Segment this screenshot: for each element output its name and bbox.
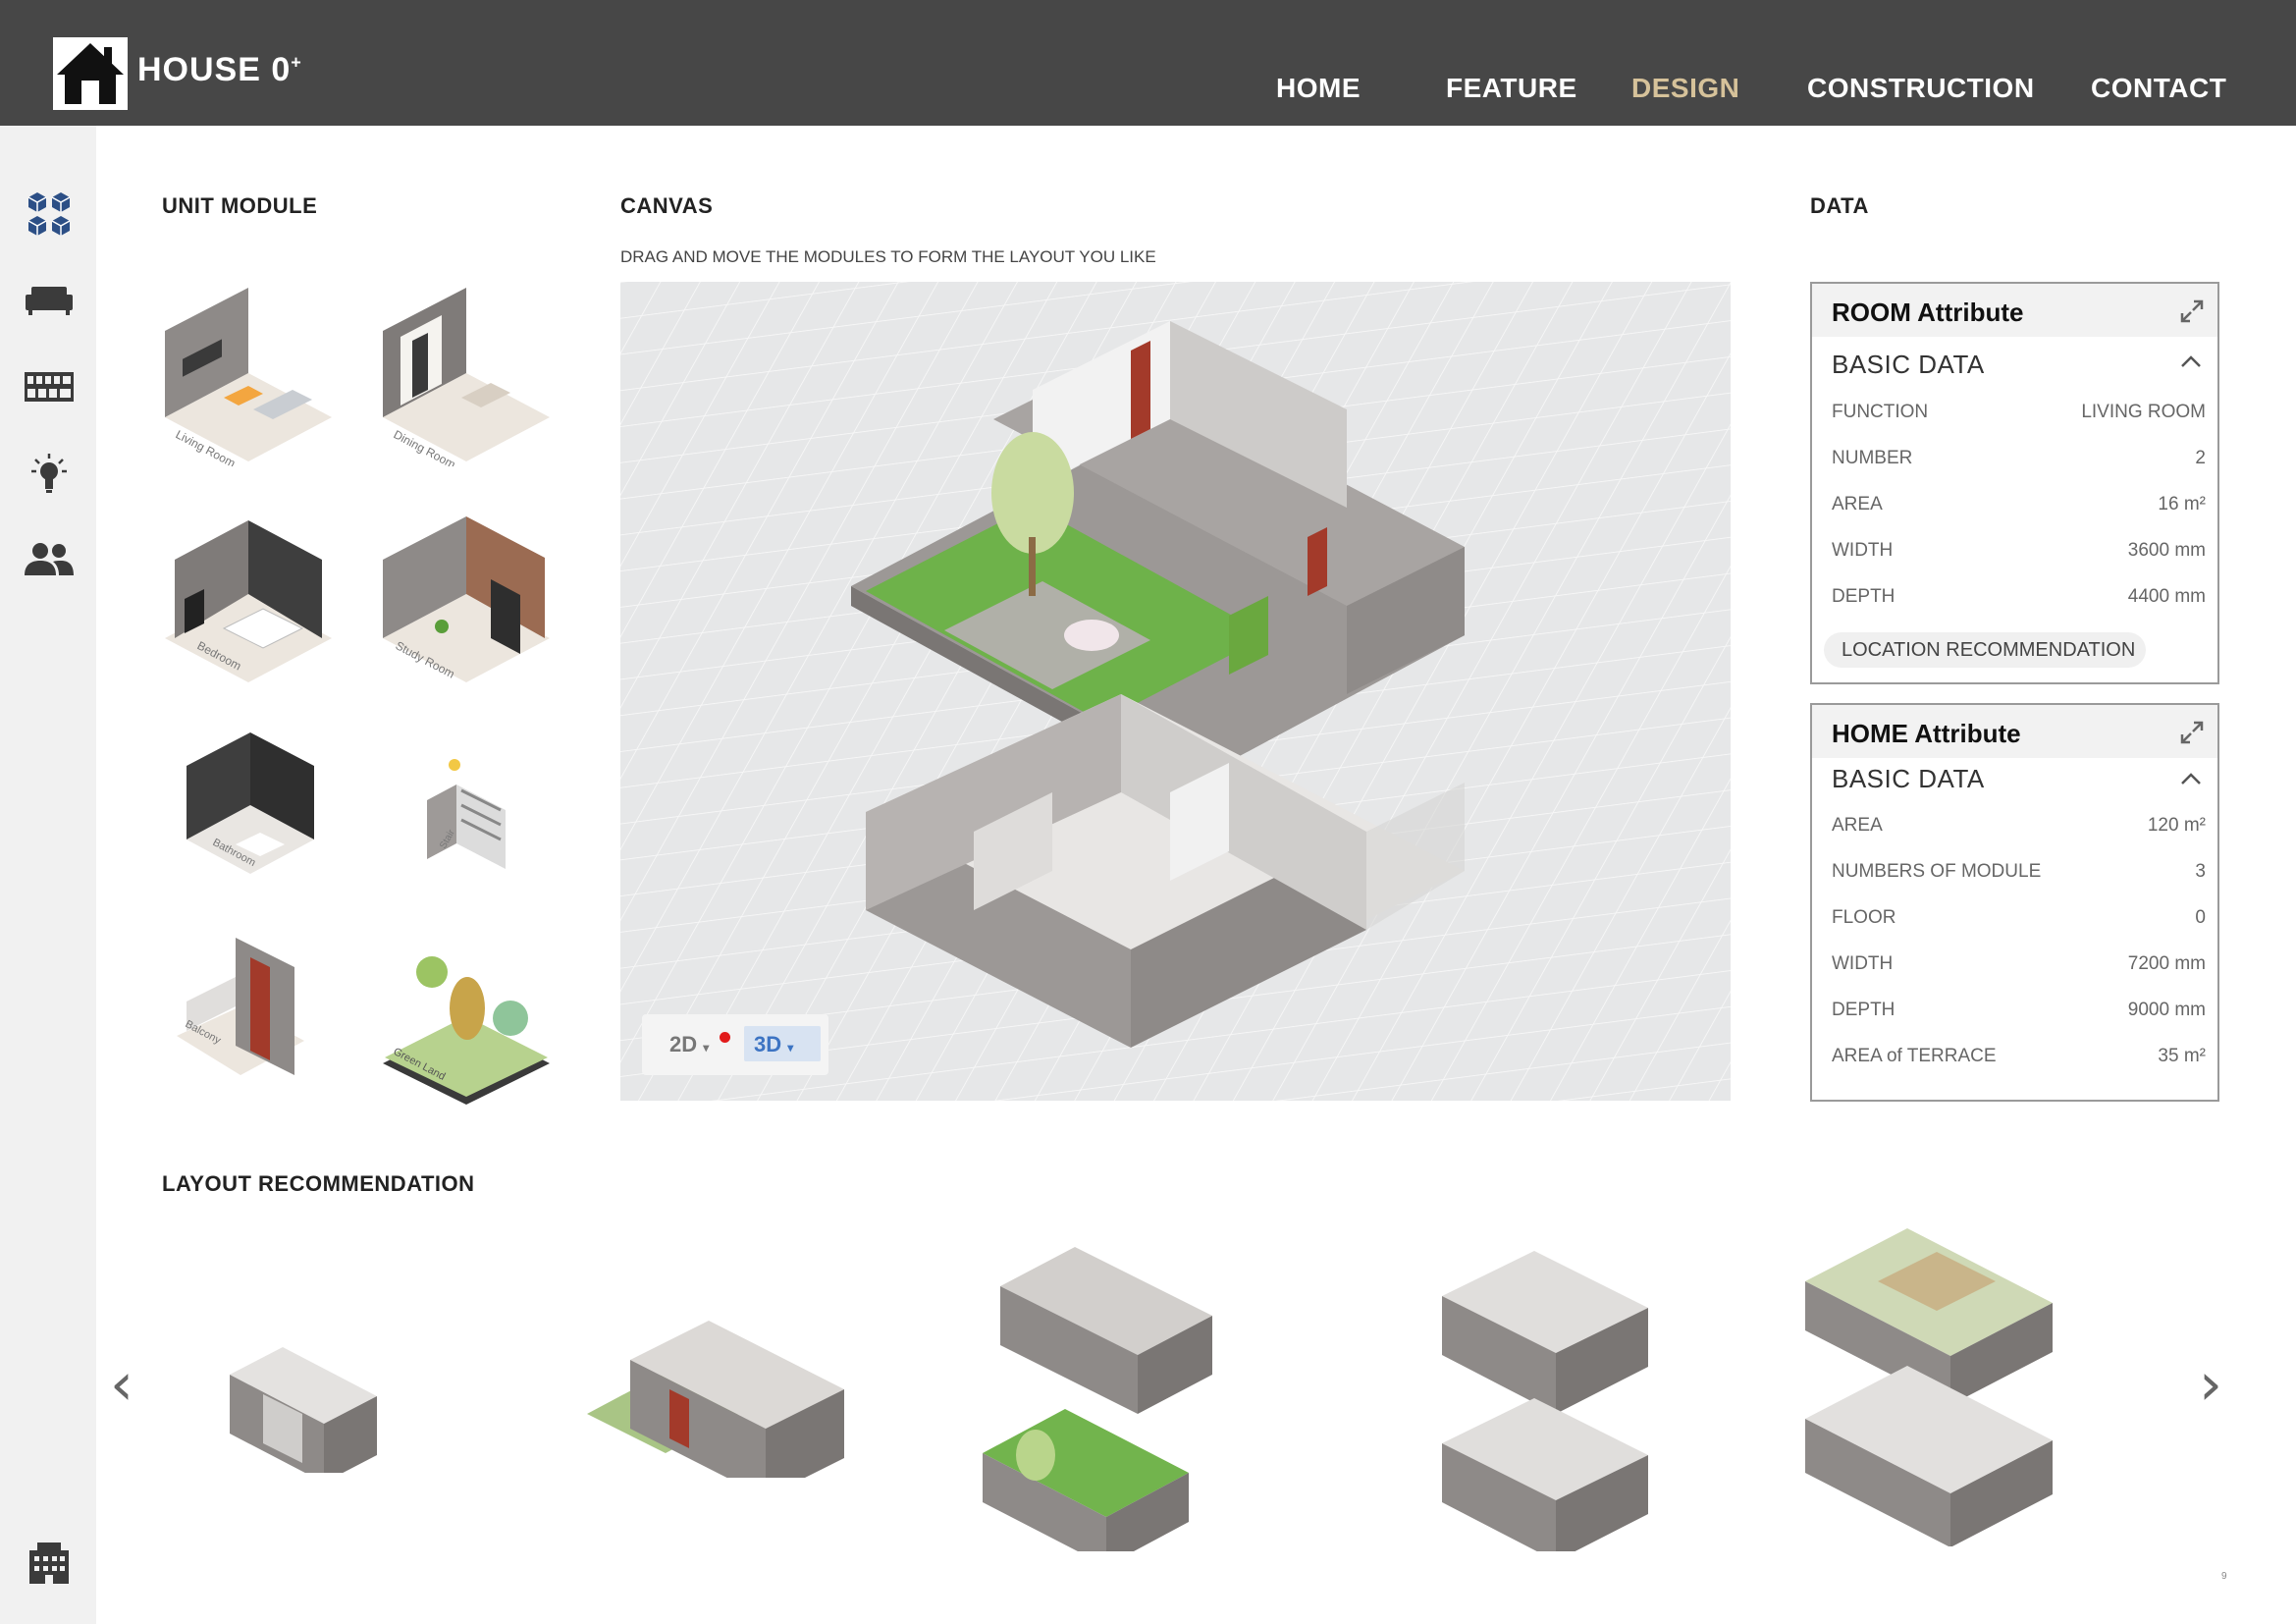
people-icon[interactable] xyxy=(22,532,77,587)
expand-icon[interactable] xyxy=(2178,719,2206,746)
toggle-2d-button[interactable]: 2D ▾ xyxy=(669,1032,709,1057)
section-title: BASIC DATA xyxy=(1832,764,1985,793)
module-living-room[interactable]: Living Room xyxy=(155,280,342,470)
nav-contact[interactable]: CONTACT xyxy=(2091,73,2226,104)
brand-name[interactable]: HOUSE 0+ xyxy=(137,51,302,89)
attribute-row: WIDTH 7200 mm xyxy=(1812,942,2217,988)
canvas-grid xyxy=(620,282,1731,1101)
tool-sidebar xyxy=(0,126,96,1624)
attribute-key: FLOOR xyxy=(1832,907,1896,928)
room-attribute-title: ROOM Attribute xyxy=(1832,298,2024,327)
kitchen-icon[interactable] xyxy=(22,359,77,414)
house-logo-icon[interactable] xyxy=(53,37,128,110)
attribute-value: 35 m² xyxy=(2158,1046,2206,1066)
layout-option-5[interactable] xyxy=(1799,1222,2058,1551)
attribute-key: FUNCTION xyxy=(1832,402,1929,422)
module-bedroom[interactable]: Bedroom xyxy=(155,501,342,687)
module-balcony[interactable]: Balcony xyxy=(167,928,353,1114)
layout-option-3[interactable] xyxy=(977,1227,1212,1566)
nav-design[interactable]: DESIGN xyxy=(1631,73,1739,104)
sofa-icon[interactable] xyxy=(22,273,77,328)
top-navigation-bar: HOUSE 0+ HOME FEATURE DESIGN CONSTRUCTIO… xyxy=(0,0,2296,126)
attribute-value: 3600 mm xyxy=(2127,540,2206,561)
attribute-row: WIDTH 3600 mm xyxy=(1812,528,2217,574)
attribute-key: WIDTH xyxy=(1832,953,1894,974)
previous-arrow-icon[interactable]: ‹ xyxy=(110,1350,133,1419)
layout-option-4[interactable] xyxy=(1436,1247,1652,1561)
location-recommendation-button[interactable]: LOCATION RECOMMENDATION xyxy=(1824,632,2146,668)
home-basic-data-section[interactable]: BASIC DATA xyxy=(1812,758,2217,803)
attribute-key: NUMBER xyxy=(1832,448,1913,468)
chevron-up-icon[interactable] xyxy=(2180,354,2202,368)
unit-module-title: UNIT MODULE xyxy=(162,193,318,218)
module-study-room[interactable]: Study Room xyxy=(373,501,560,687)
expand-icon[interactable] xyxy=(2178,298,2206,325)
data-title: DATA xyxy=(1810,193,1869,218)
attribute-row: FLOOR 0 xyxy=(1812,895,2217,942)
module-green-land[interactable]: Green Land xyxy=(373,947,560,1134)
attribute-row: DEPTH 4400 mm xyxy=(1812,574,2217,621)
attribute-key: DEPTH xyxy=(1832,1000,1896,1020)
attribute-key: AREA xyxy=(1832,494,1883,514)
room-attribute-panel: ROOM Attribute BASIC DATA FUNCTION LIVING… xyxy=(1810,282,2219,684)
design-canvas[interactable]: 2D ▾ 3D ▾ xyxy=(620,282,1731,1101)
attribute-value: 4400 mm xyxy=(2127,586,2206,607)
nav-feature[interactable]: FEATURE xyxy=(1446,73,1577,104)
layout-option-2[interactable] xyxy=(581,1301,856,1497)
home-attribute-panel: HOME Attribute BASIC DATA AREA 120 m² NUM… xyxy=(1810,703,2219,1102)
canvas-title: CANVAS xyxy=(620,193,714,218)
attribute-value: 9000 mm xyxy=(2127,1000,2206,1020)
attribute-row: AREA 120 m² xyxy=(1812,803,2217,849)
attribute-key: NUMBERS OF MODULE xyxy=(1832,861,2042,882)
modules-icon[interactable] xyxy=(22,187,77,242)
module-stair[interactable]: Stair xyxy=(417,751,604,938)
toggle-3d-button[interactable]: 3D ▾ xyxy=(744,1026,821,1061)
attribute-key: AREA xyxy=(1832,815,1883,836)
attribute-value: 120 m² xyxy=(2147,815,2206,836)
attribute-row: FUNCTION LIVING ROOM xyxy=(1812,390,2217,436)
section-title: BASIC DATA xyxy=(1832,350,1985,379)
attribute-key: WIDTH xyxy=(1832,540,1894,561)
attribute-row: NUMBERS OF MODULE 3 xyxy=(1812,849,2217,895)
attribute-value: 3 xyxy=(2195,861,2206,882)
chevron-up-icon[interactable] xyxy=(2180,772,2202,785)
room-attribute-header: ROOM Attribute xyxy=(1812,284,2217,337)
attribute-key: AREA of TERRACE xyxy=(1832,1046,1997,1066)
attribute-row: DEPTH 9000 mm xyxy=(1812,988,2217,1034)
attribute-row: NUMBER 2 xyxy=(1812,436,2217,482)
attribute-row: AREA 16 m² xyxy=(1812,482,2217,528)
lightbulb-icon[interactable] xyxy=(22,446,77,501)
attribute-key: DEPTH xyxy=(1832,586,1896,607)
module-bathroom[interactable]: Bathroom xyxy=(177,727,363,913)
attribute-row: AREA of TERRACE 35 m² xyxy=(1812,1034,2217,1080)
page-number: 9 xyxy=(2221,1571,2227,1582)
nav-construction[interactable]: CONSTRUCTION xyxy=(1807,73,2035,104)
canvas-hint: DRAG AND MOVE THE MODULES TO FORM THE LA… xyxy=(620,247,1156,266)
view-mode-toggle: 2D ▾ 3D ▾ xyxy=(642,1014,828,1075)
nav-home[interactable]: HOME xyxy=(1276,73,1361,104)
home-attribute-title: HOME Attribute xyxy=(1832,719,2021,748)
layout-option-1[interactable] xyxy=(224,1335,381,1483)
attribute-value: 2 xyxy=(2195,448,2206,468)
layout-recommendation-title: LAYOUT RECOMMENDATION xyxy=(162,1171,475,1196)
attribute-value: 7200 mm xyxy=(2127,953,2206,974)
module-dining-room[interactable]: Dining Room xyxy=(373,280,560,471)
home-attribute-header: HOME Attribute xyxy=(1812,705,2217,758)
attribute-value: LIVING ROOM xyxy=(2081,402,2206,422)
next-arrow-icon[interactable]: › xyxy=(2199,1350,2222,1419)
notification-dot xyxy=(720,1032,730,1043)
room-basic-data-section[interactable]: BASIC DATA xyxy=(1812,337,2217,390)
attribute-value: 16 m² xyxy=(2158,494,2206,514)
attribute-value: 0 xyxy=(2195,907,2206,928)
building-icon[interactable] xyxy=(22,1536,77,1591)
